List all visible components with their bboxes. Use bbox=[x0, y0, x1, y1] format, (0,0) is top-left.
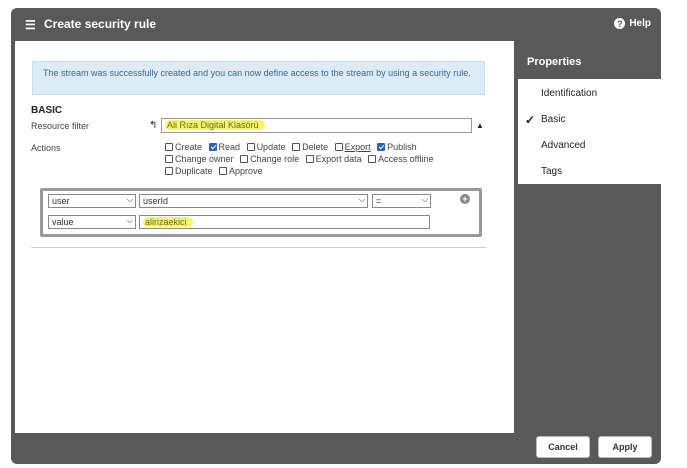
security-rule-dialog: ☰ Create security rule ? Help The stream… bbox=[11, 8, 661, 464]
action-duplicate-checkbox[interactable]: Duplicate bbox=[165, 166, 213, 176]
checkbox-box bbox=[334, 143, 343, 151]
plus-circle-icon[interactable]: + bbox=[460, 194, 470, 204]
properties-item-advanced[interactable]: Advanced bbox=[518, 133, 661, 159]
chevron-down-icon: ⌵ bbox=[421, 195, 428, 204]
condition-operator-select[interactable]: = ⌵ bbox=[372, 194, 431, 208]
properties-list: Identification ✓ Basic Advanced Tags bbox=[518, 79, 661, 184]
checkbox-box bbox=[165, 155, 173, 163]
properties-item-basic[interactable]: ✓ Basic bbox=[518, 107, 661, 133]
dialog-title: Create security rule bbox=[44, 17, 157, 31]
chevron-down-icon: ⌵ bbox=[126, 195, 133, 204]
checkbox-box bbox=[246, 143, 255, 151]
checkbox-box bbox=[368, 155, 377, 163]
info-message: The stream was successfully created and … bbox=[32, 61, 485, 95]
actions-label: Actions bbox=[31, 143, 61, 153]
actions-row-3: Duplicate Approve bbox=[165, 166, 267, 177]
action-change-role-checkbox[interactable]: Change role bbox=[240, 154, 299, 164]
checkbox-box bbox=[292, 143, 301, 151]
action-access-offline-checkbox[interactable]: Access offline bbox=[368, 154, 434, 164]
action-approve-checkbox[interactable]: Approve bbox=[219, 166, 263, 176]
condition-value-input[interactable]: alirizaekici bbox=[139, 215, 430, 229]
checkbox-box bbox=[240, 155, 249, 163]
properties-sidebar: Properties Identification ✓ Basic Advanc… bbox=[518, 41, 661, 433]
cancel-button[interactable]: Cancel bbox=[536, 436, 590, 458]
action-publish-checkbox[interactable]: Publish bbox=[377, 142, 417, 152]
resource-filter-label: Resource filter bbox=[31, 121, 90, 131]
chevron-down-icon: ⌵ bbox=[126, 216, 133, 225]
curved-arrow-icon[interactable]: ↰ bbox=[149, 120, 157, 131]
checkbox-box bbox=[305, 155, 314, 163]
properties-header: Properties bbox=[527, 56, 582, 68]
condition-property-select[interactable]: userId ⌵ bbox=[139, 194, 368, 208]
properties-item-tags[interactable]: Tags bbox=[518, 159, 661, 185]
checkbox-box bbox=[165, 167, 173, 175]
help-label: Help bbox=[629, 18, 651, 29]
action-export-checkbox[interactable]: Export bbox=[334, 142, 371, 152]
action-delete-checkbox[interactable]: Delete bbox=[292, 142, 328, 152]
condition-type-select[interactable]: user ⌵ bbox=[48, 194, 136, 208]
checkbox-box bbox=[377, 143, 386, 151]
condition-builder: user ⌵ userId ⌵ = ⌵ + value ⌵ alirizaeki… bbox=[40, 188, 482, 237]
dialog-titlebar: ☰ Create security rule ? Help bbox=[11, 8, 661, 40]
checkbox-box bbox=[165, 143, 173, 151]
list-edit-icon: ☰ bbox=[25, 18, 36, 32]
checkmark-icon: ✓ bbox=[525, 113, 536, 127]
action-update-checkbox[interactable]: Update bbox=[246, 142, 286, 152]
checkbox-box bbox=[208, 143, 217, 151]
rule-editor-panel: The stream was successfully created and … bbox=[15, 41, 514, 433]
action-export-data-checkbox[interactable]: Export data bbox=[305, 154, 362, 164]
properties-item-identification[interactable]: Identification bbox=[518, 81, 661, 107]
condition-value-text: alirizaekici bbox=[143, 217, 193, 227]
triangle-up-icon[interactable]: ▲ bbox=[476, 121, 484, 130]
chevron-down-icon: ⌵ bbox=[358, 195, 365, 204]
section-title-basic: BASIC bbox=[31, 105, 63, 116]
action-change-owner-checkbox[interactable]: Change owner bbox=[165, 154, 234, 164]
help-icon: ? bbox=[614, 18, 626, 29]
action-create-checkbox[interactable]: Create bbox=[165, 142, 202, 152]
actions-row-2: Change owner Change role Export data Acc… bbox=[165, 154, 438, 165]
actions-row-1: Create Read Update Delete Export Publish bbox=[165, 142, 421, 153]
checkbox-box bbox=[219, 167, 228, 175]
section-divider bbox=[31, 247, 486, 248]
resource-filter-value: Ali Rıza Digital Klasörü bbox=[165, 120, 265, 130]
condition-value-type-select[interactable]: value ⌵ bbox=[48, 215, 136, 229]
action-read-checkbox[interactable]: Read bbox=[208, 142, 240, 152]
apply-button[interactable]: Apply bbox=[598, 436, 652, 458]
resource-filter-input[interactable]: Ali Rıza Digital Klasörü bbox=[161, 118, 472, 133]
help-button[interactable]: ? Help bbox=[614, 18, 651, 29]
